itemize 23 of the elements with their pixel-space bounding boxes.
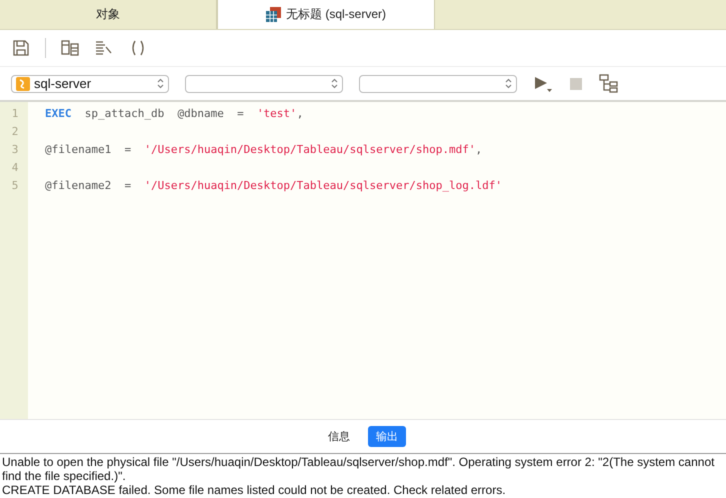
tab[interactable]: 无标题 (sql-server)	[217, 0, 435, 29]
chevron-icon	[331, 78, 338, 89]
line-number: 2	[10, 124, 20, 140]
output-message: Unable to open the physical file "/Users/huaqin/Desktop/Tableau/sqlserver/shop.mdf". Operating system error 2: "2(The system cannot find the file specified.)".	[2, 455, 716, 483]
table-icon	[266, 7, 281, 22]
database-icon	[16, 76, 30, 90]
run-icon[interactable]	[533, 74, 553, 92]
result-tab[interactable]: 信息	[320, 426, 358, 447]
connection-select[interactable]: sql-server	[11, 74, 169, 92]
code-line: @filename2 = '/Users/huaqin/Desktop/Tableau/sqlserver/shop_log.ldf'	[45, 179, 502, 192]
line-number: 3	[10, 142, 20, 158]
code-line: @filename1 = '/Users/huaqin/Desktop/Tableau/sqlserver/shop.mdf',	[45, 143, 482, 156]
table-columns-icon[interactable]	[60, 38, 80, 58]
line-number: 4	[10, 160, 20, 176]
save-icon[interactable]	[11, 38, 31, 58]
output-message: CREATE DATABASE failed. Some file names listed could not be created. Check related errors.	[2, 483, 507, 497]
line-number: 5	[10, 178, 20, 194]
chevron-icon	[505, 78, 512, 89]
result-tab[interactable]: 输出	[368, 426, 406, 447]
code-line: EXEC sp_attach_db @dbname = 'test',	[45, 107, 304, 120]
diagram-icon[interactable]	[599, 74, 619, 94]
line-number: 1	[10, 106, 20, 122]
chevron-icon	[157, 78, 164, 89]
